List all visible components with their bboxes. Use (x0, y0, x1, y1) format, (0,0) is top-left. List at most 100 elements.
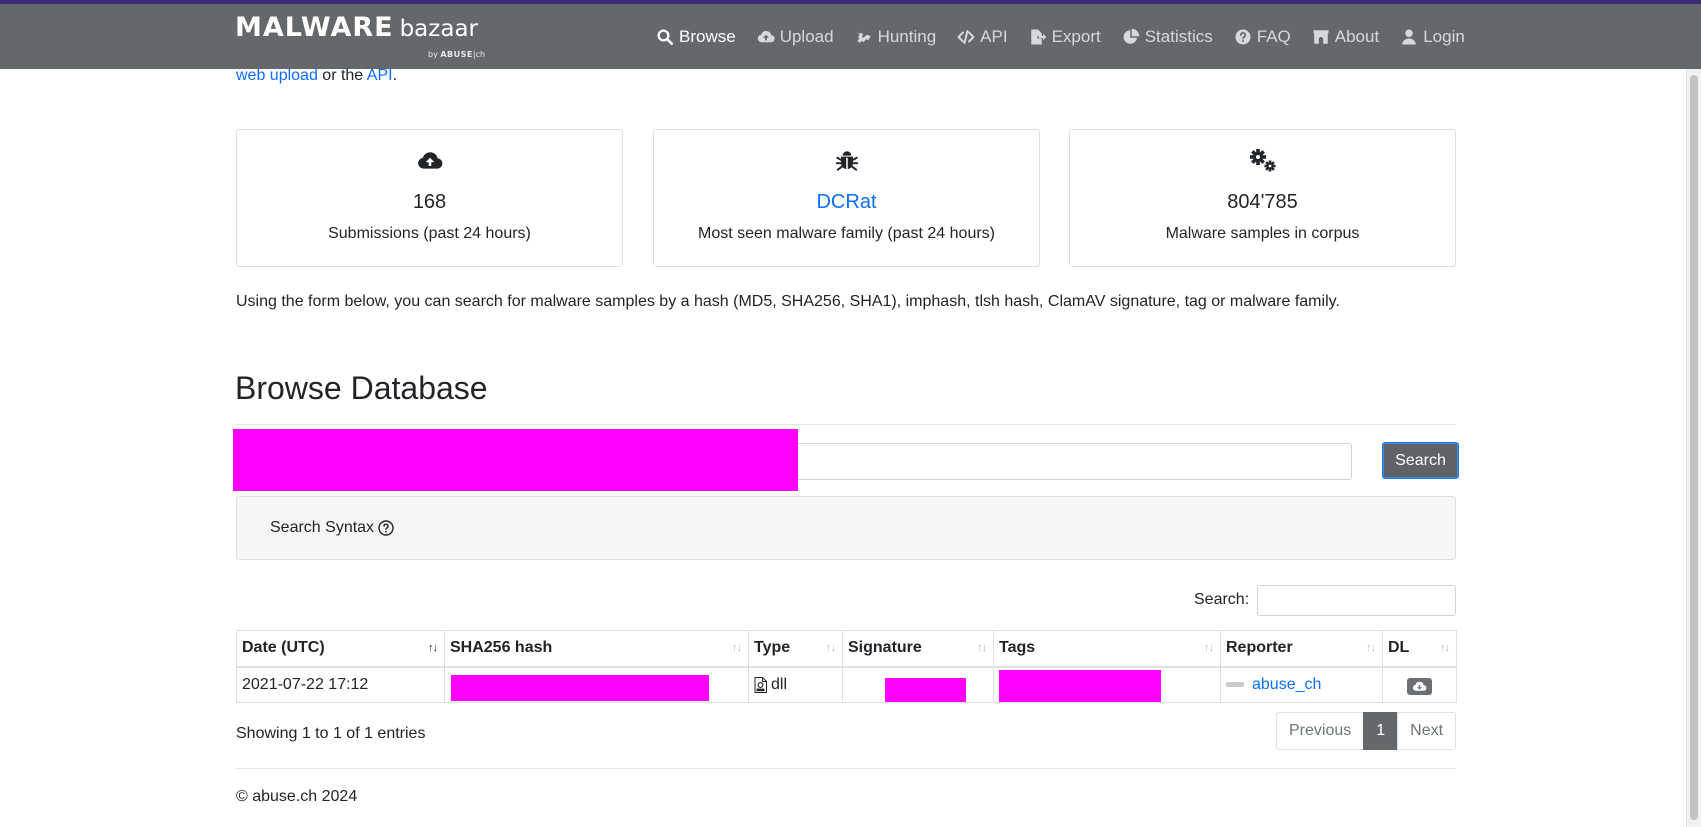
brand-byline: by ABUSE|ch (428, 50, 485, 59)
download-button[interactable] (1407, 677, 1432, 695)
col-tags[interactable]: Tags ↑↓ (993, 630, 1221, 668)
archway-icon (1313, 30, 1329, 44)
sort-desc-icon: ↑↓ (428, 642, 438, 654)
top-family-link[interactable]: DCRat (654, 191, 1039, 214)
redaction-search-query (233, 429, 798, 491)
brand-name-light: bazaar (399, 16, 478, 42)
brand-org-suffix: |ch (472, 50, 486, 59)
nav-login-label: Login (1423, 27, 1465, 46)
divider (236, 424, 1456, 425)
code-icon (957, 30, 975, 44)
brand-logo[interactable]: MALWARE bazaar by ABUSE|ch (235, 12, 485, 59)
cogs-icon (1249, 149, 1275, 172)
pagination-previous[interactable]: Previous (1276, 712, 1365, 750)
col-dl-label: DL (1388, 639, 1410, 657)
col-dl[interactable]: DL ↑↓ (1382, 630, 1457, 668)
top-family-label: Most seen malware family (past 24 hours) (698, 225, 995, 242)
bug-icon (835, 151, 858, 171)
search-button[interactable]: Search (1382, 442, 1459, 479)
brand-org: ABUSE (440, 50, 473, 59)
redaction-sha256 (451, 674, 709, 701)
main-nav: Browse Upload Hunting API Export Statist… (656, 27, 1486, 47)
question-circle-icon (1235, 29, 1251, 45)
submissions-count: 168 (412, 191, 447, 213)
nav-about-label: About (1334, 27, 1380, 46)
corpus-label: Malware samples in corpus (1165, 225, 1360, 242)
page-scrollbar[interactable] (1686, 69, 1701, 827)
stat-card-submissions: 168 Submissions (past 24 hours) (236, 129, 623, 267)
nav-export[interactable]: Export (1029, 27, 1101, 47)
search-syntax-label: Search Syntax (270, 519, 375, 536)
cloud-upload-icon (417, 152, 442, 169)
col-signature-label: Signature (848, 639, 922, 657)
col-date-label: Date (UTC) (242, 639, 325, 657)
nav-faq[interactable]: FAQ (1234, 27, 1291, 47)
question-circle-icon (378, 520, 394, 536)
col-reporter[interactable]: Reporter ↑↓ (1220, 630, 1383, 668)
user-icon (1402, 29, 1416, 45)
sort-icon: ↑↓ (1440, 642, 1450, 654)
intro-mid: or the (317, 67, 367, 84)
intro-text: web upload or the API. (236, 67, 397, 85)
cell-signature[interactable] (842, 666, 994, 703)
scrollbar-thumb[interactable] (1690, 75, 1698, 820)
nav-login[interactable]: Login (1400, 27, 1465, 47)
nav-api-label: API (980, 27, 1008, 46)
nav-hunting[interactable]: Hunting (855, 27, 937, 47)
nav-statistics[interactable]: Statistics (1122, 27, 1213, 47)
chart-pie-icon (1123, 28, 1139, 44)
web-upload-link[interactable]: web upload (236, 67, 318, 84)
nav-upload[interactable]: Upload (757, 27, 834, 47)
submissions-label: Submissions (past 24 hours) (328, 225, 531, 242)
nav-export-label: Export (1051, 27, 1101, 46)
cell-tags[interactable] (993, 666, 1221, 703)
col-date[interactable]: Date (UTC) ↑↓ (236, 630, 445, 668)
table-header-row: Date (UTC) ↑↓ SHA256 hash ↑↓ Type ↑↓ Signat… (236, 630, 1457, 668)
corpus-count: 804'785 (1227, 191, 1298, 213)
samples-table: Date (UTC) ↑↓ SHA256 hash ↑↓ Type ↑↓ Signat… (236, 630, 1457, 703)
search-icon (657, 29, 674, 46)
footer-divider (236, 768, 1456, 769)
sort-icon: ↑↓ (1366, 642, 1376, 654)
col-sha256-label: SHA256 hash (450, 639, 553, 657)
nav-browse-label: Browse (679, 27, 736, 46)
footer-copyright: © abuse.ch 2024 (236, 788, 358, 805)
nav-about[interactable]: About (1312, 27, 1379, 47)
nav-hunting-label: Hunting (877, 27, 937, 46)
table-search-input[interactable] (1257, 585, 1456, 616)
nav-upload-label: Upload (779, 27, 834, 46)
brand-name-bold: MALWARE (235, 12, 394, 43)
intro-end: . (392, 67, 398, 84)
search-description: Using the form below, you can search for… (236, 293, 1340, 310)
col-tags-label: Tags (999, 639, 1036, 657)
reporter-link[interactable]: abuse_ch (1252, 676, 1321, 694)
stat-card-corpus: 804'785 Malware samples in corpus (1069, 129, 1456, 267)
search-syntax-panel[interactable]: Search Syntax (236, 496, 1456, 560)
col-type[interactable]: Type ↑↓ (748, 630, 843, 668)
table-search-label: Search: (1194, 591, 1250, 608)
cloud-upload-icon (757, 30, 775, 43)
sort-icon: ↑↓ (1204, 642, 1214, 654)
cell-sha256[interactable] (444, 666, 749, 703)
nav-browse[interactable]: Browse (656, 27, 736, 47)
nav-statistics-label: Statistics (1144, 27, 1213, 46)
api-link[interactable]: API (367, 67, 393, 84)
sort-icon: ↑↓ (977, 642, 987, 654)
redaction-signature (885, 677, 966, 702)
file-export-icon (1030, 29, 1046, 45)
sort-icon: ↑↓ (732, 642, 742, 654)
col-signature[interactable]: Signature ↑↓ (842, 630, 994, 668)
nav-api[interactable]: API (957, 27, 1008, 47)
pagination: Previous 1 Next (1276, 712, 1457, 750)
pagination-page-1[interactable]: 1 (1363, 712, 1399, 750)
cell-type: dll (748, 666, 843, 703)
cell-reporter: abuse_ch (1220, 666, 1383, 703)
table-info: Showing 1 to 1 of 1 entries (236, 725, 426, 742)
cloud-download-icon (1412, 681, 1427, 691)
table-row: 2021-07-22 17:12 dll abuse_ch (236, 666, 1457, 703)
col-reporter-label: Reporter (1226, 639, 1293, 657)
pagination-next[interactable]: Next (1397, 712, 1457, 750)
col-sha256[interactable]: SHA256 hash ↑↓ (444, 630, 749, 668)
cell-type-label: dll (771, 675, 788, 693)
cell-dl (1382, 666, 1457, 703)
